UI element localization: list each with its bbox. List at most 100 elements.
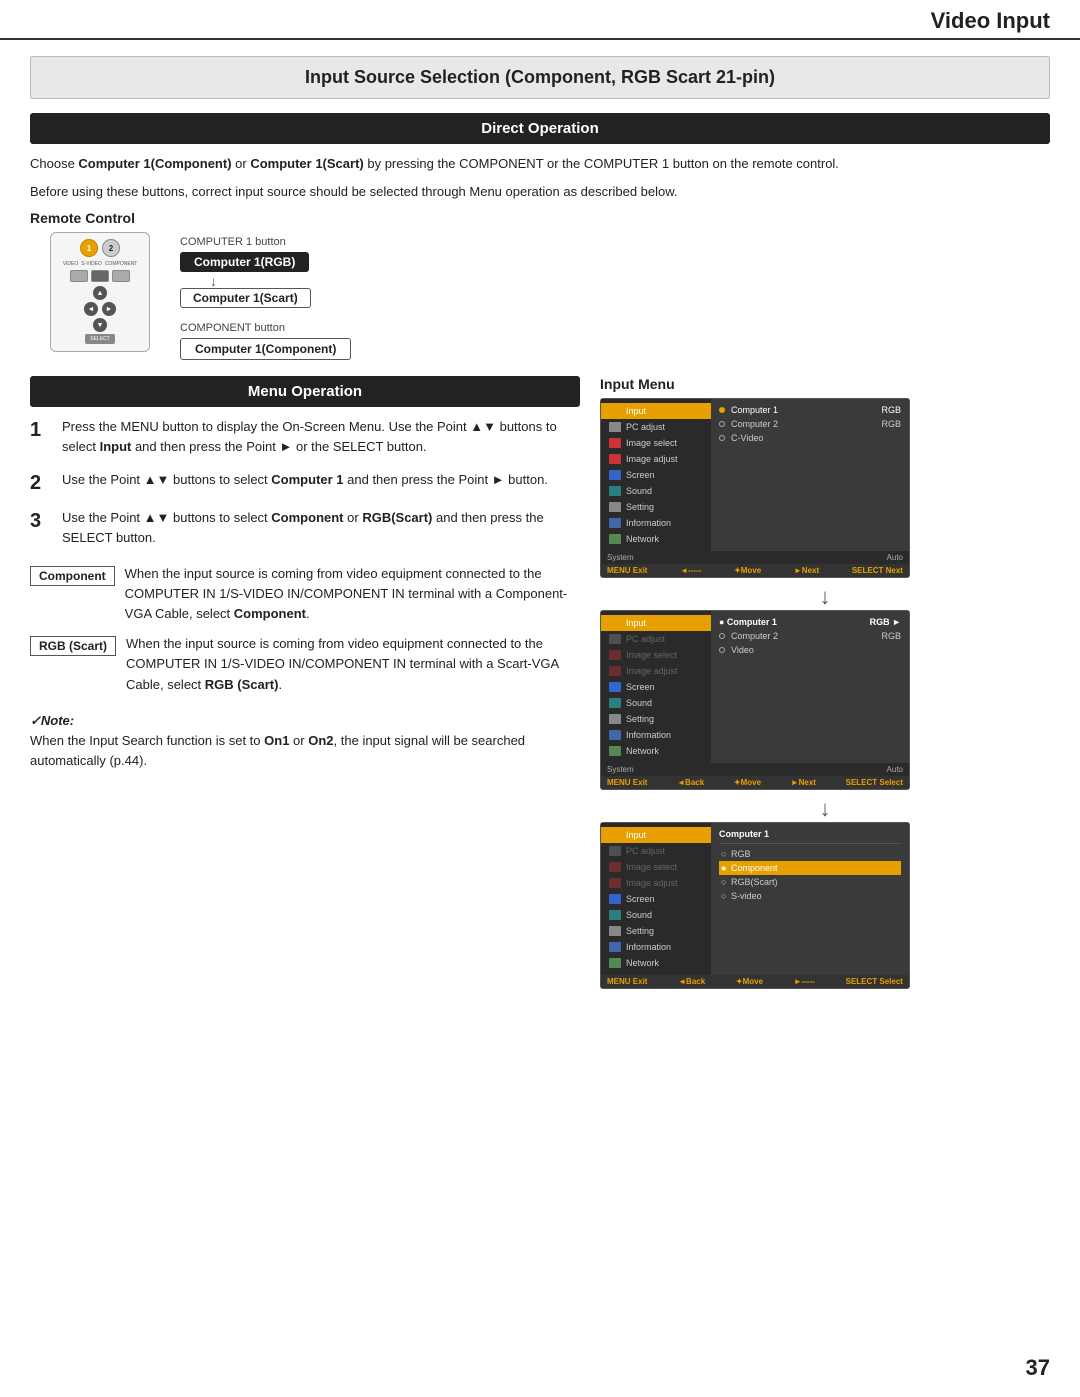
input-icon-3: [609, 830, 621, 840]
bar3-sel-key: SELECT: [846, 977, 878, 986]
input-icon-2: [609, 618, 621, 628]
menu-item-imageselect-1: Image select: [601, 435, 711, 451]
menu-sub-svideo: ○ S-video: [719, 889, 901, 903]
component-text: When the input source is coming from vid…: [125, 564, 580, 624]
comp1-rgb-2: RGB ►: [870, 617, 901, 627]
setting-icon-3: [609, 926, 621, 936]
bar1-exit: MENU Exit: [607, 566, 647, 575]
rc-down-arrow: ▼: [93, 318, 107, 332]
net-label-3: Network: [626, 958, 659, 968]
menu-sub-component: ● Component: [719, 861, 901, 875]
pcadjust-icon-1: [609, 422, 621, 432]
sound-label-3: Sound: [626, 910, 652, 920]
rc-lr-row: ◄ ►: [84, 302, 116, 316]
computer1-button-label: COMPUTER 1 button: [180, 236, 351, 248]
step-1: 1 Press the MENU button to display the O…: [30, 417, 580, 457]
screen-label-1: Screen: [626, 470, 655, 480]
rc-up-arrow: ▲: [93, 286, 107, 300]
comp1-dot-1: [719, 407, 725, 413]
menu-item-screen-2: Screen: [601, 679, 711, 695]
component-button-label: COMPONENT button: [180, 322, 351, 334]
screen-icon-3: [609, 894, 621, 904]
sub-empty-dot-1: ○: [721, 849, 731, 859]
flow-labels: COMPUTER 1 button Computer 1(RGB) ↓ Comp…: [180, 236, 351, 360]
flow-arrow-1: ↓: [210, 274, 217, 288]
menu-item-input-2: Input: [601, 615, 711, 631]
sub-empty-dot-2: ○: [721, 877, 731, 887]
input-label-2: Input: [626, 618, 646, 628]
imageadjust-label-3: Image adjust: [626, 878, 678, 888]
auto-label-1: Auto: [887, 553, 903, 562]
down-arrow-2: ↓: [600, 798, 1050, 820]
video-dot-2: [719, 647, 725, 653]
setting-label-3: Setting: [626, 926, 654, 936]
sound-icon-3: [609, 910, 621, 920]
remote-diagram: 1 2 VIDEO S-VIDEO COMPONENT ▲: [50, 232, 1050, 360]
menu-item-setting-2: Setting: [601, 711, 711, 727]
left-col: Menu Operation 1 Press the MENU button t…: [30, 376, 580, 997]
menu-operation-bar: Menu Operation: [30, 376, 580, 407]
menu-item-screen-3: Screen: [601, 891, 711, 907]
menu-bottom-bar-1: MENU Exit ◄----- ✦Move ►Next SELECT Next: [601, 564, 909, 577]
menu-item-imageadjust-1: Image adjust: [601, 451, 711, 467]
page-title: Video Input: [931, 8, 1050, 34]
menu-item-imageselect-3: Image select: [601, 859, 711, 875]
info-label-3: Information: [626, 942, 671, 952]
remote-control-label: Remote Control: [30, 210, 1050, 226]
imageselect-icon-1: [609, 438, 621, 448]
comp2-text-1: Computer 2: [731, 419, 778, 429]
menu-item-info-2: Information: [601, 727, 711, 743]
comp1-label-1: Computer 1: [719, 405, 778, 415]
net-icon-1: [609, 534, 621, 544]
bar3-menu: MENU: [607, 977, 631, 986]
menu-sub-rgb: ○ RGB: [719, 847, 901, 861]
net-icon-3: [609, 958, 621, 968]
component-tag: Component: [30, 566, 115, 586]
auto-label-2: Auto: [887, 765, 903, 774]
menu-right-item-video-2: Video: [719, 643, 901, 657]
menu-bottom-bar-2: MENU Exit ◄Back ✦Move ►Next SELECT Selec…: [601, 776, 909, 789]
setting-icon-2: [609, 714, 621, 724]
intro-text-2: Before using these buttons, correct inpu…: [30, 182, 1050, 202]
rc-label-svideo: S-VIDEO: [81, 261, 102, 267]
menu-body-2: Input PC adjust Image select Image: [601, 611, 909, 763]
rc-labels-row: VIDEO S-VIDEO COMPONENT: [63, 261, 138, 267]
imageselect-label-3: Image select: [626, 862, 677, 872]
screen-label-2: Screen: [626, 682, 655, 692]
menu-item-sound-1: Sound: [601, 483, 711, 499]
bar3-select: SELECT Select: [846, 977, 903, 986]
rc-vbtn-2: [91, 270, 109, 282]
bar1-menu: MENU: [607, 566, 631, 575]
menu-item-info-1: Information: [601, 515, 711, 531]
menu-sub-rgbscart: ○ RGB(Scart): [719, 875, 901, 889]
bar2-menu: MENU: [607, 778, 631, 787]
menu-item-setting-3: Setting: [601, 923, 711, 939]
menu-left-3: Input PC adjust Image select Image: [601, 823, 711, 975]
comp2-label-2: Computer 2: [719, 631, 778, 641]
sub-svideo-label: S-video: [731, 891, 762, 901]
comp1-header-2: ● Computer 1: [719, 617, 777, 627]
video-label-2: Video: [719, 645, 754, 655]
remote-control-visual: 1 2 VIDEO S-VIDEO COMPONENT ▲: [50, 232, 150, 352]
sound-icon-1: [609, 486, 621, 496]
diagram-flow: Computer 1(RGB) ↓ Computer 1(Scart): [180, 252, 351, 308]
bar3-back: ◄Back: [678, 977, 705, 986]
system-row-2: System Auto: [601, 763, 909, 776]
computer1-scart-box: Computer 1(Scart): [180, 288, 311, 308]
note-title: ✓Note:: [30, 713, 74, 728]
menu-right-item-comp2-2: Computer 2 RGB: [719, 629, 901, 643]
menu-item-network-2: Network: [601, 743, 711, 759]
imageadjust-label-2: Image adjust: [626, 666, 678, 676]
bar2-move: ✦Move: [734, 778, 761, 787]
pcadjust-label-1: PC adjust: [626, 422, 665, 432]
info-icon-1: [609, 518, 621, 528]
component-bold: Component: [234, 606, 306, 621]
step-3: 3 Use the Point ▲▼ buttons to select Com…: [30, 508, 580, 548]
step3-bold2: RGB(Scart): [362, 510, 432, 525]
comp2-text-2: Computer 2: [731, 631, 778, 641]
menu-right-1: Computer 1 RGB Computer 2 RGB: [711, 399, 909, 551]
step-num-1: 1: [30, 417, 52, 443]
rc-arrow-area: ▲ ◄ ► ▼ SELECT: [84, 286, 116, 344]
menu-item-sound-2: Sound: [601, 695, 711, 711]
bar3-exit: MENU Exit: [607, 977, 647, 986]
